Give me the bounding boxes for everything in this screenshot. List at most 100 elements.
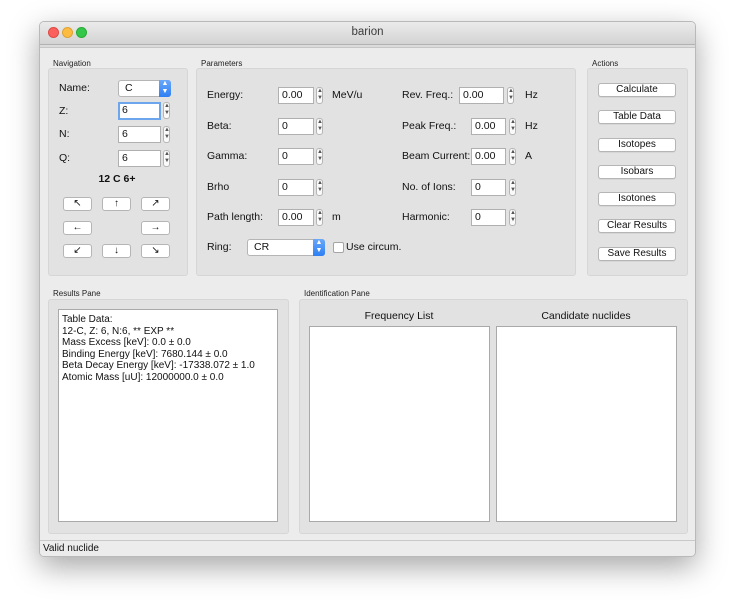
arrow-up-icon: ↑ [114,198,119,209]
candidate-nuclides-title: Candidate nuclides [541,310,631,322]
window-title: barion [351,26,384,38]
frequency-list[interactable] [309,326,490,522]
n-label: N: [59,128,70,140]
parameters-title: Parameters [201,59,243,68]
gamma-field[interactable]: 0 [278,148,314,165]
results-line: Atomic Mass [uU]: 12000000.0 ± 0.0 [62,371,224,383]
brho-field[interactable]: 0 [278,179,314,196]
peak-freq-unit: Hz [525,120,538,132]
q-stepper[interactable]: ▲ ▼ [163,150,170,167]
save-results-button[interactable]: Save Results [598,247,676,261]
identification-pane-title: Identification Pane [304,289,370,298]
arrow-left-icon: ← [72,222,83,233]
calculate-button[interactable]: Calculate [598,83,676,97]
status-bar: Valid nuclide [40,540,695,556]
q-field[interactable]: 6 [118,150,161,167]
results-text-area[interactable]: Table Data: 12-C, Z: 6, N:6, ** EXP ** M… [58,309,278,522]
nav-up-right-button[interactable]: ↗ [141,197,170,211]
harmonic-label: Harmonic: [402,211,450,223]
table-data-button[interactable]: Table Data [598,110,676,124]
candidate-nuclides-list[interactable] [496,326,677,522]
arrow-up-right-icon: ↗ [151,198,160,209]
peak-freq-label: Peak Freq.: [402,120,457,132]
rev-freq-label: Rev. Freq.: [402,89,454,101]
actions-title: Actions [592,59,619,68]
arrow-down-right-icon: ↘ [151,245,160,256]
path-length-label: Path length: [207,211,264,223]
path-length-field[interactable]: 0.00 [278,209,314,226]
isotopes-button[interactable]: Isotopes [598,138,676,152]
status-text: Valid nuclide [43,543,99,554]
results-pane-title: Results Pane [53,289,101,298]
ring-label: Ring: [207,241,232,253]
brho-label: Brho [207,181,230,193]
ions-stepper[interactable]: ▲ ▼ [509,179,516,196]
beam-current-label: Beam Current: [402,150,471,162]
ions-field[interactable]: 0 [471,179,506,196]
isobars-button[interactable]: Isobars [598,165,676,179]
nav-left-button[interactable]: ← [63,221,92,235]
path-length-stepper[interactable]: ▲ ▼ [316,209,323,226]
peak-freq-field[interactable]: 0.00 [471,118,506,135]
nav-up-button[interactable]: ↑ [102,197,131,211]
arrow-down-left-icon: ↙ [73,245,82,256]
beta-field[interactable]: 0 [278,118,314,135]
gamma-stepper[interactable]: ▲ ▼ [316,148,323,165]
chevron-updown-icon: ▲ ▼ [313,239,325,256]
arrow-down-icon: ↓ [114,245,119,256]
ions-label: No. of Ions: [402,181,456,193]
rev-freq-stepper[interactable]: ▲ ▼ [507,87,514,104]
rev-freq-unit: Hz [525,89,538,101]
path-length-unit: m [332,211,341,223]
energy-label: Energy: [207,89,244,101]
peak-freq-stepper[interactable]: ▲ ▼ [509,118,516,135]
z-stepper[interactable]: ▲ ▼ [163,102,170,119]
name-label: Name: [59,82,90,94]
energy-stepper[interactable]: ▲ ▼ [316,87,323,104]
app-window: barion Navigation Name: C ▲ ▼ Z: 6 ▲ ▼ N: … [39,21,696,557]
beta-stepper[interactable]: ▲ ▼ [316,118,323,135]
beam-current-stepper[interactable]: ▲ ▼ [509,148,516,165]
use-circum-checkbox[interactable] [333,242,344,253]
nav-down-left-button[interactable]: ↙ [63,244,92,258]
z-field[interactable]: 6 [118,102,161,120]
nuclide-label: 12 C 6+ [98,173,136,185]
brho-stepper[interactable]: ▲ ▼ [316,179,323,196]
arrow-up-left-icon: ↖ [73,198,82,209]
z-label: Z: [59,105,69,117]
n-field[interactable]: 6 [118,126,161,143]
use-circum-label: Use circum. [346,241,402,253]
navigation-title: Navigation [53,59,91,68]
chevron-updown-icon: ▲ ▼ [159,80,171,97]
results-line: Beta Decay Energy [keV]: -17338.072 ± 1.… [62,360,255,371]
clear-results-button[interactable]: Clear Results [598,219,676,233]
ring-select-value: CR [254,241,270,253]
results-line: Mass Excess [keV]: 0.0 ± 0.0 [62,337,191,348]
nav-down-right-button[interactable]: ↘ [141,244,170,258]
name-select[interactable]: C ▲ ▼ [118,80,171,97]
n-stepper[interactable]: ▲ ▼ [163,126,170,143]
toolbar-separator [40,45,695,48]
arrow-right-icon: → [150,222,161,233]
energy-field[interactable]: 0.00 [278,87,314,104]
beam-current-unit: A [525,150,533,162]
rev-freq-field[interactable]: 0.00 [459,87,504,104]
q-label: Q: [59,152,71,164]
isotones-button[interactable]: Isotones [598,192,676,206]
harmonic-stepper[interactable]: ▲ ▼ [509,209,516,226]
nav-up-left-button[interactable]: ↖ [63,197,92,211]
name-select-value: C [125,82,133,94]
results-line: 12-C, Z: 6, N:6, ** EXP ** [62,325,175,337]
ring-select[interactable]: CR ▲ ▼ [247,239,325,256]
results-line: Table Data: [62,314,113,325]
title-bar: barion [40,22,695,45]
beta-label: Beta: [207,120,232,132]
nav-down-button[interactable]: ↓ [102,244,131,258]
harmonic-field[interactable]: 0 [471,209,506,226]
energy-unit: MeV/u [332,89,363,101]
gamma-label: Gamma: [207,150,248,162]
frequency-list-title: Frequency List [364,310,434,322]
nav-right-button[interactable]: → [141,221,170,235]
results-line: Binding Energy [keV]: 7680.144 ± 0.0 [62,348,228,360]
beam-current-field[interactable]: 0.00 [471,148,506,165]
